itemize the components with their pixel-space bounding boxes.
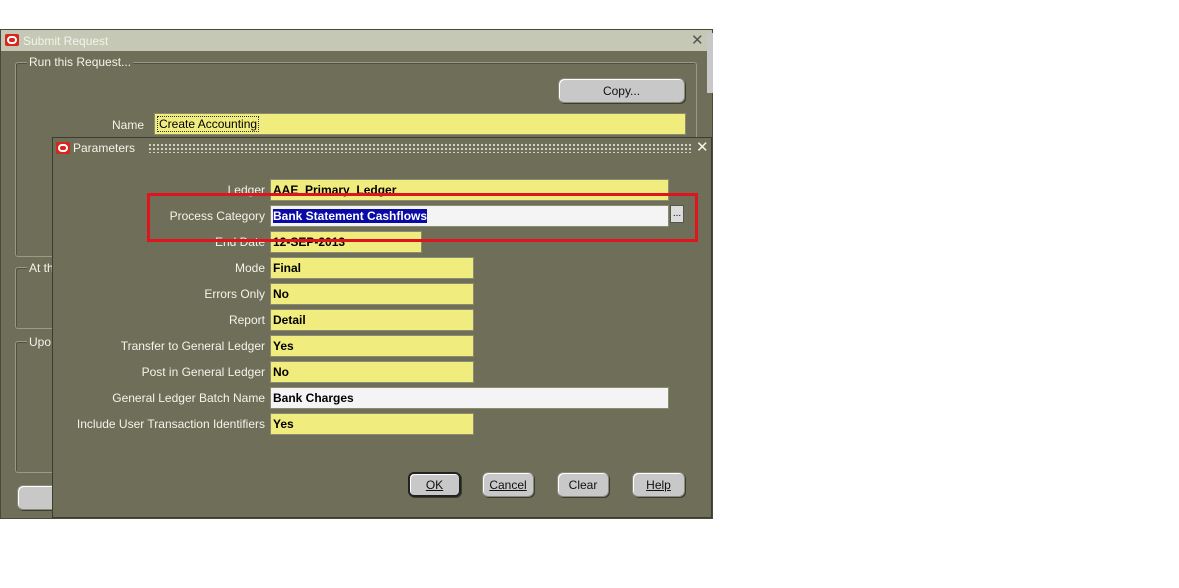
- clear-button[interactable]: Clear: [557, 472, 609, 497]
- post-in-gl-field[interactable]: No: [270, 361, 474, 383]
- mode-label: Mode: [234, 261, 265, 275]
- submit-request-titlebar[interactable]: Submit Request ✕: [1, 30, 712, 51]
- parameters-titlebar[interactable]: Parameters ✕: [53, 138, 711, 158]
- highlight-annotation: [147, 193, 698, 242]
- report-label: Report: [228, 313, 265, 327]
- scrollbar[interactable]: [707, 33, 713, 93]
- oracle-logo-icon: [56, 142, 70, 154]
- errors-only-field[interactable]: No: [270, 283, 474, 305]
- copy-button[interactable]: Copy...: [558, 78, 685, 103]
- oracle-logo-icon: [5, 34, 19, 46]
- run-request-group-label: Run this Request...: [27, 55, 134, 69]
- cancel-button[interactable]: Cancel: [482, 472, 534, 497]
- post-in-gl-label: Post in General Ledger: [141, 365, 265, 379]
- name-label: Name: [111, 118, 144, 132]
- mode-field[interactable]: Final: [270, 257, 474, 279]
- submit-button-partial[interactable]: [17, 485, 57, 510]
- transfer-to-gl-label: Transfer to General Ledger: [120, 339, 265, 353]
- close-icon[interactable]: ✕: [696, 140, 709, 155]
- upon-completion-group-label: Upo: [27, 335, 54, 349]
- close-icon[interactable]: ✕: [691, 33, 704, 48]
- upon-completion-group: [15, 341, 56, 473]
- help-button[interactable]: Help: [632, 472, 685, 497]
- ok-button[interactable]: OK: [408, 472, 461, 497]
- submit-request-title: Submit Request: [23, 34, 109, 48]
- name-field-value: Create Accounting: [157, 116, 260, 132]
- transfer-to-gl-field[interactable]: Yes: [270, 335, 474, 357]
- report-field[interactable]: Detail: [270, 309, 474, 331]
- name-field[interactable]: Create Accounting: [154, 113, 686, 135]
- schedule-group: [15, 267, 56, 329]
- gl-batch-name-label: General Ledger Batch Name: [112, 391, 265, 405]
- parameters-title: Parameters: [73, 141, 136, 155]
- titlebar-grip-pattern: [148, 143, 693, 153]
- errors-only-label: Errors Only: [204, 287, 265, 301]
- gl-batch-name-field[interactable]: Bank Charges: [270, 387, 669, 409]
- include-user-txn-ids-field[interactable]: Yes: [270, 413, 474, 435]
- include-user-txn-ids-label: Include User Transaction Identifiers: [76, 417, 265, 431]
